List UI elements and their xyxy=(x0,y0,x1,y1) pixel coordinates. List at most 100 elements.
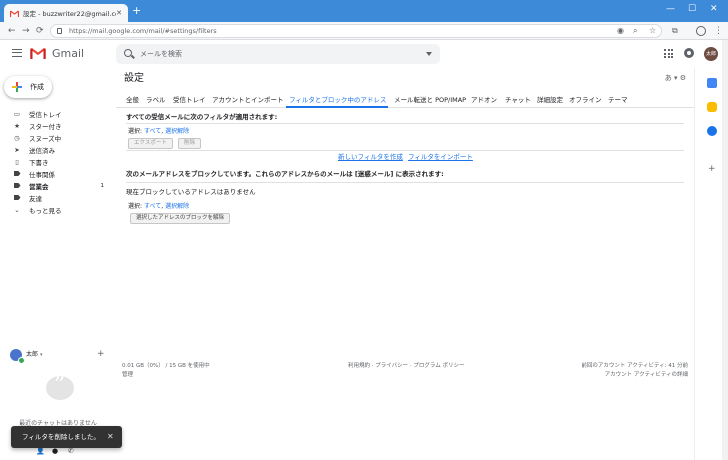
tab-chat[interactable]: チャット xyxy=(505,95,531,105)
draft-icon: ▯ xyxy=(15,158,19,166)
delete-button[interactable]: 削除 xyxy=(178,138,202,149)
select-label: 選択: xyxy=(128,128,143,135)
chat-user-name[interactable]: 太郎 ▾ xyxy=(26,350,42,360)
unread-count: 1 xyxy=(100,183,105,189)
sidebar-item-label: 友達 xyxy=(29,195,42,203)
tasks-icon[interactable] xyxy=(707,126,717,136)
sidebar-item-work[interactable]: 仕事関係 xyxy=(0,168,116,180)
add-addon-icon[interactable]: + xyxy=(708,164,716,174)
chat-user-avatar[interactable] xyxy=(10,349,25,364)
last-activity: 前回のアカウント アクティビティ: 41 分前 xyxy=(581,363,688,369)
export-button[interactable]: エクスポート xyxy=(128,138,173,149)
active-tab-indicator xyxy=(286,106,388,108)
tab-offline[interactable]: オフライン xyxy=(569,95,602,105)
blocked-select-row: 選択: すべて, 選択解除 xyxy=(128,203,190,210)
unblock-button[interactable]: 選択したアドレスのブロックを解除 xyxy=(130,213,231,224)
calendar-icon[interactable] xyxy=(707,78,717,88)
chevron-down-icon: ▾ xyxy=(39,352,43,358)
compose-button[interactable]: 作成 xyxy=(4,76,52,98)
select-all-link[interactable]: すべて xyxy=(144,203,161,210)
tab-accounts[interactable]: アカウントとインポート xyxy=(212,95,284,105)
no-blocked-text: 現在ブロックしているアドレスはありません xyxy=(126,188,256,196)
gmail-favicon-icon xyxy=(10,9,19,17)
minimize-icon[interactable]: — xyxy=(666,3,675,15)
sidebar-item-starred[interactable]: ★ スター付き xyxy=(0,120,116,132)
storage-usage: 0.01 GB（0%） / 15 GB を使用中 xyxy=(122,363,210,369)
select-all-link[interactable]: すべて xyxy=(144,128,161,135)
sidebar-item-label: スヌーズ中 xyxy=(29,135,62,143)
tab-general[interactable]: 全般 xyxy=(126,95,139,105)
back-icon[interactable]: ← xyxy=(8,25,16,37)
toast-close-icon[interactable]: ✕ xyxy=(107,431,114,442)
compose-plus-icon xyxy=(12,82,22,92)
new-chat-button[interactable]: + xyxy=(97,348,105,360)
sidebar-item-snoozed[interactable]: ◷ スヌーズ中 xyxy=(0,132,116,144)
page-title: 設定 xyxy=(124,73,144,84)
import-filter-link[interactable]: フィルタをインポート xyxy=(408,152,473,162)
search-input[interactable]: メールを検索 xyxy=(140,48,182,60)
sidebar-item-inbox[interactable]: ▭ 受信トレイ xyxy=(0,108,116,120)
browser-tab-title: 設定 - buzzwriter22@gmail.com xyxy=(23,10,117,18)
keep-icon[interactable] xyxy=(707,102,717,112)
profile-icon[interactable] xyxy=(696,26,706,36)
sidebar-item-drafts[interactable]: ▯ 下書き xyxy=(0,156,116,168)
label-tag-icon xyxy=(13,171,21,176)
account-avatar[interactable]: 太郎 xyxy=(704,47,718,61)
divider xyxy=(126,150,684,151)
main-menu-icon[interactable] xyxy=(12,49,22,57)
tab-filters[interactable]: フィルタとブロック中のアドレス xyxy=(289,95,386,105)
sidebar-item-label: 送信済み xyxy=(29,147,55,155)
reload-icon[interactable]: ⟳ xyxy=(36,25,44,37)
divider xyxy=(126,182,684,183)
url-bar[interactable]: https://mail.google.com/mail/#settings/f… xyxy=(50,24,662,38)
toast-message: フィルタを削除しました。 xyxy=(22,433,100,441)
sidebar-item-label: 受信トレイ xyxy=(29,111,62,119)
extension-icon[interactable]: ⧉ xyxy=(672,25,678,37)
gmail-brand: Gmail xyxy=(52,47,85,60)
eye-icon[interactable]: ◉ xyxy=(617,25,624,37)
browser-tab[interactable]: 設定 - buzzwriter22@gmail.com ✕ xyxy=(4,4,128,22)
tab-forwarding[interactable]: メール転送と POP/IMAP xyxy=(394,95,466,105)
sidebar-item-sales[interactable]: 営業会 1 xyxy=(0,180,116,192)
activity-details-link[interactable]: アカウント アクティビティの詳細 xyxy=(605,371,688,380)
sidebar-item-friends[interactable]: 友達 xyxy=(0,192,116,204)
new-tab-button[interactable]: + xyxy=(132,5,141,17)
input-tools-settings-icon[interactable]: あ ▾ ⚙ xyxy=(665,73,686,83)
notifications-icon[interactable] xyxy=(684,48,694,58)
tab-labels[interactable]: ラベル xyxy=(146,95,166,105)
browser-menu-icon[interactable]: ⋮ xyxy=(714,25,723,37)
gmail-header: Gmail メールを検索 太郎 xyxy=(0,40,728,68)
chevron-down-icon: ⌄ xyxy=(14,206,20,214)
chat-bubble-icon xyxy=(46,374,74,400)
tab-close-icon[interactable]: ✕ xyxy=(116,9,122,17)
select-none-link[interactable]: 選択解除 xyxy=(165,128,189,135)
scrollbar[interactable] xyxy=(722,40,728,460)
sidebar-item-more[interactable]: ⌄ もっと見る xyxy=(0,204,116,216)
settings-tabs: 全般 ラベル 受信トレイ アカウントとインポート フィルタとブロック中のアドレス… xyxy=(116,94,694,108)
sidebar-nav: ▭ 受信トレイ ★ スター付き ◷ スヌーズ中 ➤ 送信済み ▯ 下書き 仕事関… xyxy=(0,108,116,216)
search-icon[interactable] xyxy=(124,49,132,57)
clock-icon: ◷ xyxy=(14,134,20,142)
blocked-heading: 次のメールアドレスをブロックしています。これらのアドレスからのメールは [迷惑メ… xyxy=(126,170,444,178)
bookmark-star-icon[interactable]: ☆ xyxy=(649,25,656,37)
search-bar[interactable]: メールを検索 xyxy=(116,44,440,64)
search-options-chevron-icon[interactable] xyxy=(426,52,432,56)
lock-icon xyxy=(57,28,62,34)
tab-addons[interactable]: アドオン xyxy=(471,95,497,105)
divider xyxy=(126,123,684,124)
sidebar-item-label: 営業会 xyxy=(29,183,49,191)
tab-advanced[interactable]: 詳細設定 xyxy=(537,95,563,105)
footer-policy-links[interactable]: 利用規約 · プライバシー · プログラム ポリシー xyxy=(348,362,464,371)
apps-grid-icon[interactable] xyxy=(664,49,673,58)
tab-inbox[interactable]: 受信トレイ xyxy=(173,95,206,105)
inbox-icon: ▭ xyxy=(13,110,21,118)
forward-icon[interactable]: → xyxy=(22,25,30,37)
create-filter-link[interactable]: 新しいフィルタを作成 xyxy=(338,152,403,162)
zoom-icon[interactable]: ⌕ xyxy=(633,25,637,37)
manage-storage-link[interactable]: 管理 xyxy=(122,371,133,380)
window-close-icon[interactable]: ✕ xyxy=(710,3,718,15)
sidebar-item-sent[interactable]: ➤ 送信済み xyxy=(0,144,116,156)
tab-themes[interactable]: テーマ xyxy=(608,95,628,105)
select-none-link[interactable]: 選択解除 xyxy=(165,203,189,210)
maximize-icon[interactable]: ☐ xyxy=(688,3,696,15)
